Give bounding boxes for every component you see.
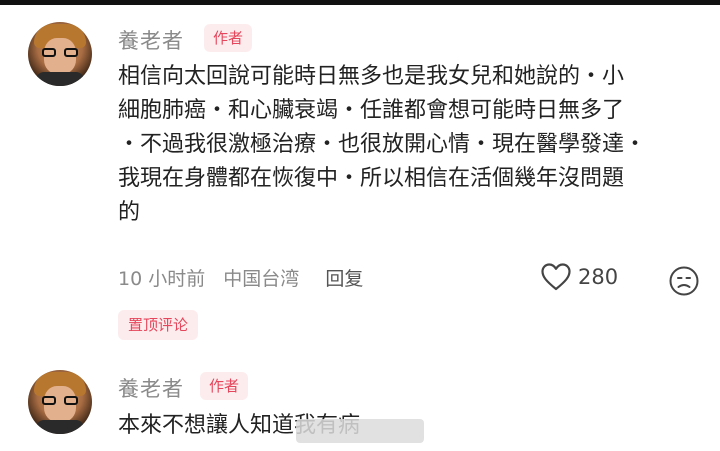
comment-meta: 10 小时前 中国台湾 回复: [118, 264, 375, 291]
like-count: 280: [578, 265, 619, 289]
comment-item: 養老者 作者 相信向太回說可能時日無多也是我女兒和她說的・小 細胞肺癌・和心臟衰…: [0, 14, 720, 344]
avatar[interactable]: [28, 22, 92, 86]
author-badge: 作者: [200, 372, 249, 400]
comment-line: ・不過我很激極治療・也很放開心情・現在醫學發達・: [118, 132, 647, 157]
frown-face-icon[interactable]: [668, 265, 700, 297]
pinned-tag: 置顶评论: [118, 310, 199, 340]
comment-line: 相信向太回說可能時日無多也是我女兒和她說的・小: [118, 64, 625, 89]
comment-line: 細胞肺癌・和心臟衰竭・任誰都會想可能時日無多了: [118, 98, 625, 123]
top-edge-bar: [0, 0, 720, 5]
reply-button[interactable]: 回复: [325, 268, 363, 290]
comment-text: 相信向太回說可能時日無多也是我女兒和她說的・小 細胞肺癌・和心臟衰竭・任誰都會想…: [118, 60, 646, 230]
username[interactable]: 養老者: [118, 25, 184, 55]
username[interactable]: 養老者: [118, 373, 184, 403]
comment-line: 我現在身體都在恢復中・所以相信在活個幾年沒問題: [118, 166, 625, 191]
author-badge: 作者: [204, 24, 253, 52]
like-button[interactable]: 280: [540, 262, 618, 292]
watermark-overlay: [296, 419, 424, 443]
avatar[interactable]: [28, 370, 92, 434]
comment-location: 中国台湾: [223, 268, 300, 290]
comment-time: 10 小时前: [118, 268, 206, 290]
heart-outline-icon: [541, 263, 571, 291]
comment-line: 的: [118, 200, 141, 225]
